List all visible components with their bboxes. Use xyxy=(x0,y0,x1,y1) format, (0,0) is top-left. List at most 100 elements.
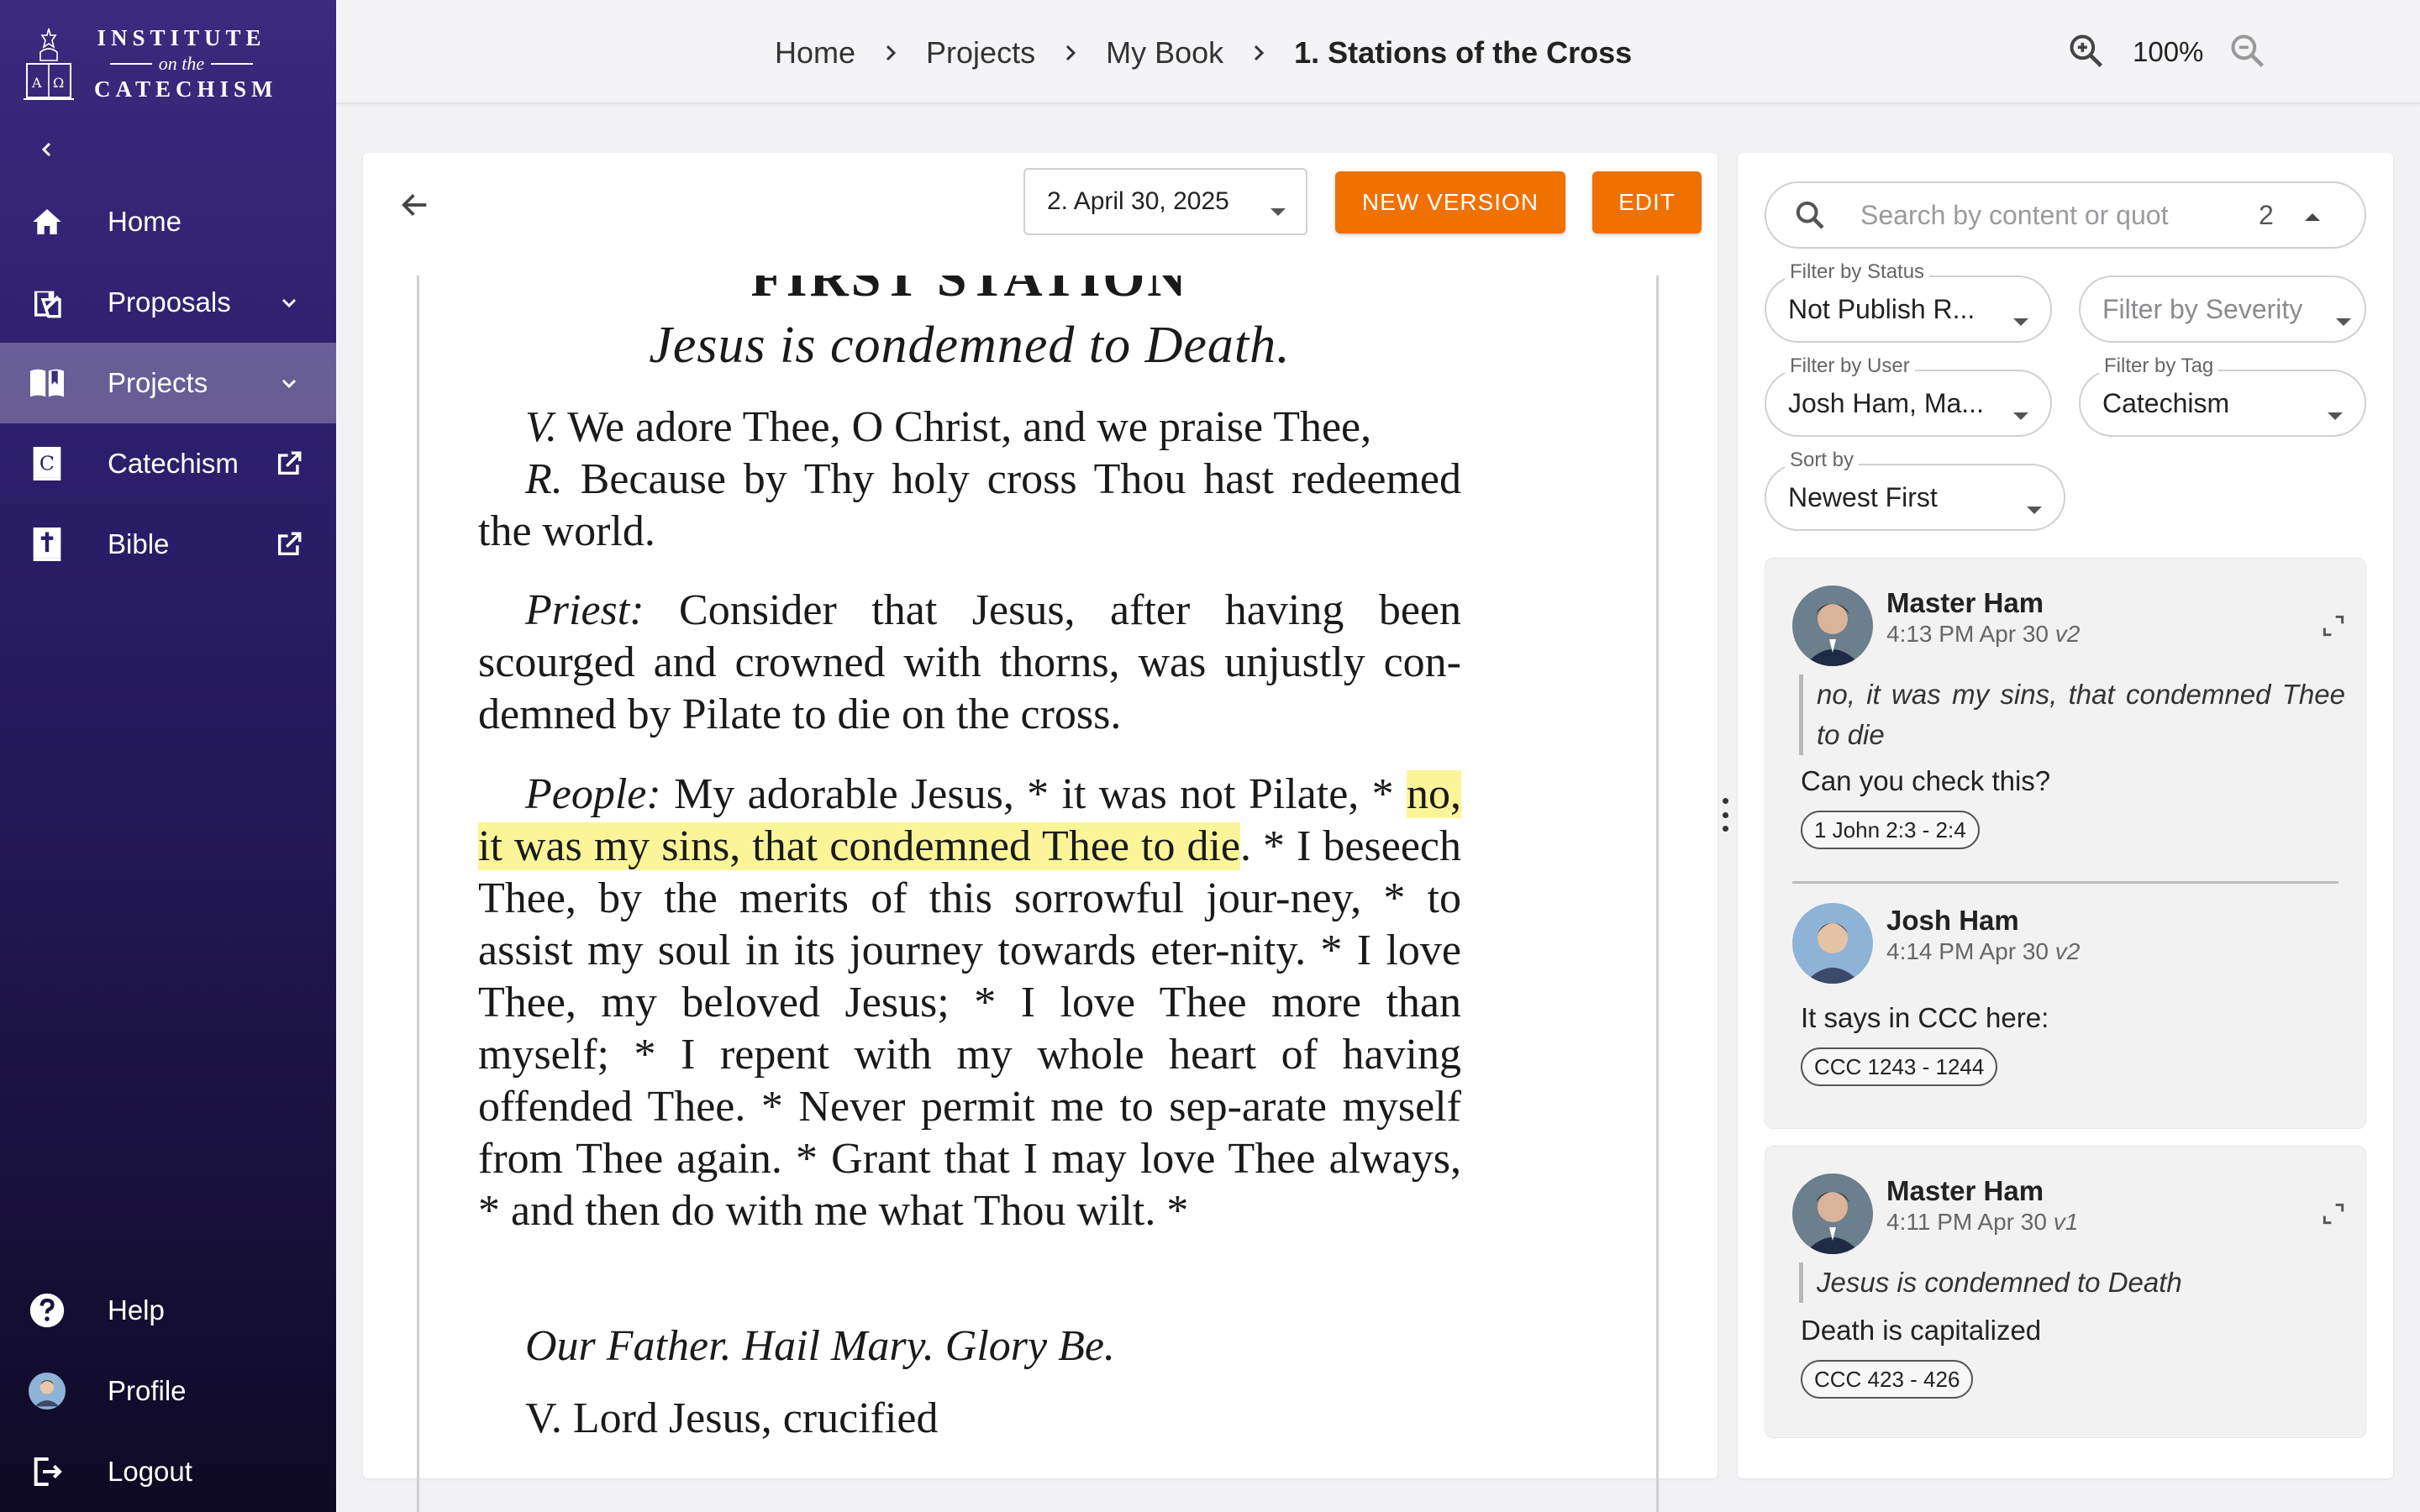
comment-time: 4:14 PM Apr 30 xyxy=(1886,938,2049,964)
reference-tag[interactable]: 1 John 2:3 - 2:4 xyxy=(1801,811,1980,849)
breadcrumb-home[interactable]: Home xyxy=(775,35,855,71)
chevron-right-icon xyxy=(881,43,901,63)
expand-icon[interactable] xyxy=(2320,612,2347,639)
breadcrumb-projects[interactable]: Projects xyxy=(926,35,1035,71)
sidebar-item-logout[interactable]: Logout xyxy=(0,1431,336,1512)
sidebar-item-label: Help xyxy=(108,1294,165,1326)
sidebar-item-label: Home xyxy=(108,206,182,237)
caret-up-icon[interactable] xyxy=(2297,202,2328,232)
caret-down-icon xyxy=(2025,492,2044,523)
proposals-icon xyxy=(29,284,66,321)
arrow-left-icon xyxy=(402,194,427,216)
sidebar-item-projects[interactable]: Projects xyxy=(0,343,336,423)
prayers-text: Our Father. Hail Mary. Glory Be. xyxy=(525,1322,1115,1370)
zoom-out-icon[interactable] xyxy=(2228,32,2265,73)
zoom-level: 100% xyxy=(2133,36,2204,67)
search-input[interactable] xyxy=(1860,199,2213,231)
comment-divider xyxy=(1792,881,2338,884)
top-bar: Home Projects My Book 1. Stations of the… xyxy=(336,0,2420,104)
station-subtitle: Jesus is condemned to Death. xyxy=(649,317,1291,374)
breadcrumb-my-book[interactable]: My Book xyxy=(1106,35,1223,71)
collapse-sidebar-button[interactable] xyxy=(30,133,64,166)
zoom-controls: 100% xyxy=(2067,30,2265,74)
filter-tag-label: Filter by Tag xyxy=(2099,354,2219,378)
filter-user-label: Filter by User xyxy=(1785,354,1915,378)
chevron-down-icon[interactable] xyxy=(272,366,306,400)
comment-time: 4:11 PM Apr 30 xyxy=(1886,1209,2047,1235)
external-link-icon[interactable] xyxy=(272,447,306,480)
filter-severity[interactable]: Filter by Severity xyxy=(2079,276,2366,343)
avatar xyxy=(1792,585,1873,666)
home-icon xyxy=(29,203,66,240)
sidebar-item-help[interactable]: Help xyxy=(0,1270,336,1351)
sidebar-item-label: Profile xyxy=(108,1375,187,1406)
comment-author: Master Ham xyxy=(1886,587,2044,618)
new-version-button[interactable]: NEW VERSION xyxy=(1335,171,1565,234)
catechism-book-icon: C xyxy=(29,445,66,482)
response-text: Because by Thy holy cross Thou hast rede… xyxy=(478,455,1461,555)
sidebar-item-profile[interactable]: Profile xyxy=(0,1351,336,1431)
logo-line-2-text: on the xyxy=(158,53,205,74)
chevron-right-icon xyxy=(1249,43,1269,63)
comment-quote: no, it was my sins, that condemned Thee … xyxy=(1799,675,2345,755)
reference-tag[interactable]: CCC 1243 - 1244 xyxy=(1801,1047,1998,1086)
comment-thread[interactable]: Master Ham 4:11 PM Apr 30 v1 Jesus is co… xyxy=(1765,1146,2366,1438)
comment-author: Josh Ham xyxy=(1886,905,2019,936)
people-paragraph: People: My adorable Jesus, * it was not … xyxy=(478,769,1462,1237)
comment-version: v2 xyxy=(2054,621,2081,647)
logo-line-2: on the xyxy=(94,53,269,75)
sort-value: Newest First xyxy=(1788,481,1938,512)
reference-tag[interactable]: CCC 423 - 426 xyxy=(1801,1360,1974,1399)
filter-user[interactable]: Filter by User Josh Ham, Ma... xyxy=(1765,354,2052,437)
external-link-icon[interactable] xyxy=(272,528,306,561)
avatar xyxy=(29,1373,66,1410)
sidebar-item-home[interactable]: Home xyxy=(0,181,336,262)
comment: Master Ham 4:13 PM Apr 30 v2 no, it was … xyxy=(1792,585,2347,849)
sidebar-item-bible[interactable]: Bible xyxy=(0,504,336,585)
filter-tag[interactable]: Filter by Tag Catechism xyxy=(2079,354,2366,437)
caret-down-icon xyxy=(2334,304,2353,335)
chevron-down-icon[interactable] xyxy=(272,286,306,319)
filter-status-label: Filter by Status xyxy=(1785,260,1930,284)
zoom-in-icon[interactable] xyxy=(2067,32,2104,73)
sort-select[interactable]: Sort by Newest First xyxy=(1765,449,2065,531)
people-label: People: xyxy=(525,770,661,818)
people-text-start: My adorable Jesus, * it was not Pilate, … xyxy=(674,770,1394,818)
comment-meta: 4:11 PM Apr 30 v1 xyxy=(1886,1209,2078,1236)
sidebar: A Ω INSTITUTE on the CATECHISM Home Prop… xyxy=(0,0,336,1512)
document-panel: 2. April 30, 2025 NEW VERSION EDIT FIRST… xyxy=(363,153,1718,1512)
caret-down-icon xyxy=(1269,197,1287,225)
filter-status[interactable]: Filter by Status Not Publish R... xyxy=(1765,260,2052,343)
filter-user-value: Josh Ham, Ma... xyxy=(1788,387,1984,418)
breadcrumb: Home Projects My Book 1. Stations of the… xyxy=(775,32,1632,74)
sidebar-item-label: Bible xyxy=(108,528,170,559)
document-page: FIRST STATION Jesus is condemned to Deat… xyxy=(417,276,1659,1512)
comment-meta: 4:13 PM Apr 30 v2 xyxy=(1886,621,2080,648)
chevron-right-icon xyxy=(1060,43,1081,63)
comment-thread[interactable]: Master Ham 4:13 PM Apr 30 v2 no, it was … xyxy=(1765,558,2366,1129)
sidebar-item-label: Logout xyxy=(108,1456,192,1487)
next-versicle-line: V. Lord Jesus, crucified xyxy=(478,1393,1461,1445)
version-select-value: 2. April 30, 2025 xyxy=(1047,187,1229,215)
logo-wordmark: INSTITUTE on the CATECHISM xyxy=(94,25,278,102)
version-select[interactable]: 2. April 30, 2025 xyxy=(1023,168,1307,235)
logo-line-1: INSTITUTE xyxy=(97,25,266,50)
panel-resize-handle[interactable] xyxy=(1718,798,1733,832)
versicle-marker: V. xyxy=(525,403,558,451)
back-button[interactable] xyxy=(393,183,437,227)
logo-emblem-icon: A Ω xyxy=(22,24,76,104)
versicle-line: V. We adore Thee, O Christ, and we prais… xyxy=(478,402,1461,454)
institute-logo[interactable]: A Ω INSTITUTE on the CATECHISM xyxy=(22,24,291,104)
comment-time: 4:13 PM Apr 30 xyxy=(1886,621,2049,647)
people-text-rest: . * I beseech Thee, by the merits of thi… xyxy=(478,822,1461,1235)
avatar xyxy=(1792,1173,1873,1254)
comment-meta: 4:14 PM Apr 30 v2 xyxy=(1886,938,2080,965)
edit-button[interactable]: EDIT xyxy=(1592,171,1702,234)
versicle-text: We adore Thee, O Christ, and we praise T… xyxy=(567,403,1372,451)
comment-quote: Jesus is condemned to Death xyxy=(1799,1263,2345,1303)
prayers-line: Our Father. Hail Mary. Glory Be. xyxy=(478,1320,1461,1373)
expand-icon[interactable] xyxy=(2320,1200,2347,1227)
sidebar-item-proposals[interactable]: Proposals xyxy=(0,262,336,343)
logo-line-3: CATECHISM xyxy=(94,76,278,102)
sidebar-item-catechism[interactable]: C Catechism xyxy=(0,423,336,504)
